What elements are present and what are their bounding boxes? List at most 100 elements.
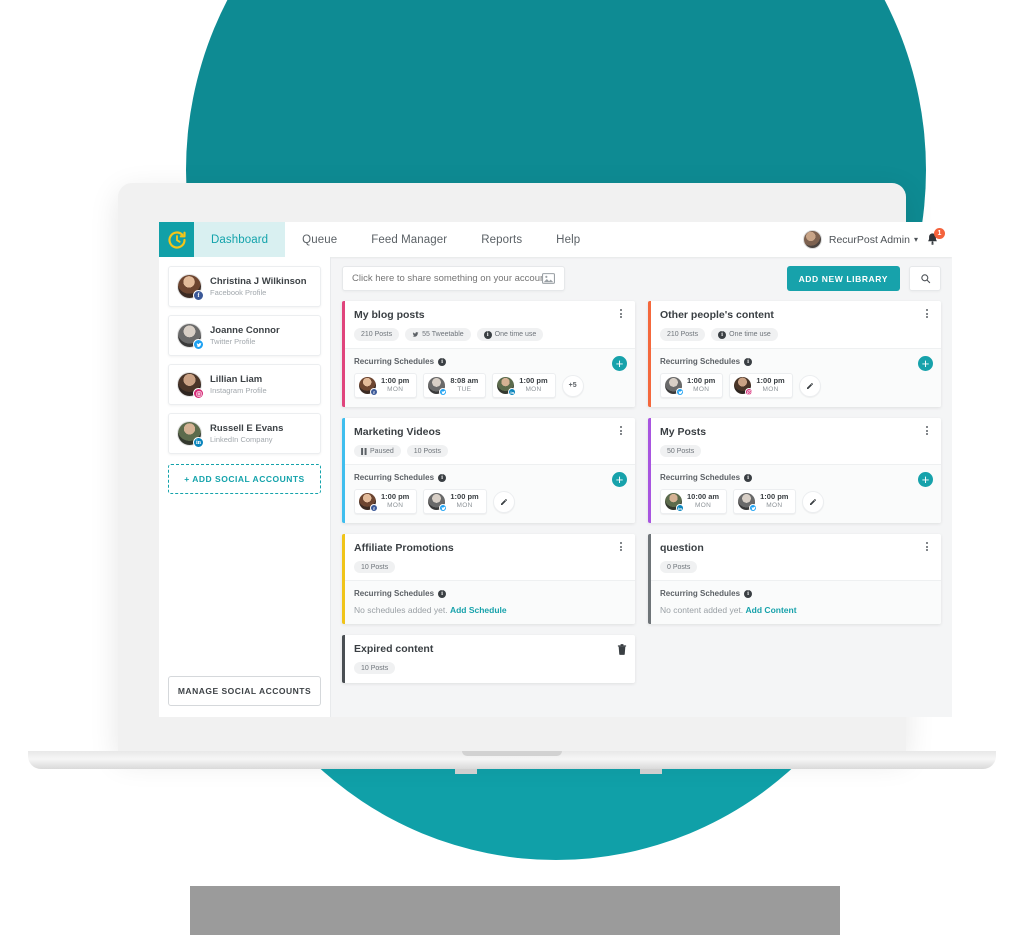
kebab-menu-icon[interactable] (921, 309, 933, 319)
clock-refresh-icon (167, 230, 186, 249)
add-schedule-link[interactable]: Add Schedule (450, 605, 507, 615)
account-name: Russell E Evans (210, 423, 284, 434)
schedule-chip[interactable]: f 1:00 pm MON (354, 373, 418, 398)
social-account-item[interactable]: Lillian Liam Instagram Profile (168, 364, 321, 405)
recurring-schedules-label: Recurring Schedules i (354, 473, 625, 482)
kebab-menu-icon[interactable] (615, 309, 627, 319)
info-icon[interactable]: i (438, 589, 447, 598)
search-button[interactable] (909, 266, 941, 291)
kebab-menu-icon[interactable] (615, 542, 627, 552)
schedules-text: Recurring Schedules (354, 473, 435, 482)
schedule-chip[interactable]: 1:00 pm MON (729, 373, 793, 398)
library-pills: 210 Posts i One time use (660, 328, 931, 341)
info-icon[interactable]: i (744, 589, 753, 598)
nav-item-reports[interactable]: Reports (464, 222, 539, 257)
schedules-text: Recurring Schedules (660, 357, 741, 366)
linkedin-icon: in (193, 437, 204, 448)
image-icon[interactable] (542, 273, 556, 284)
avatar (734, 377, 754, 396)
pencil-icon (810, 498, 817, 505)
nav-item-help[interactable]: Help (539, 222, 597, 257)
kebab-menu-icon[interactable] (921, 542, 933, 552)
social-account-item[interactable]: in Russell E Evans LinkedIn Company (168, 413, 321, 454)
schedule-time: 1:00 pm (381, 492, 410, 502)
manage-social-accounts-button[interactable]: MANAGE SOCIAL ACCOUNTS (168, 676, 321, 706)
kebab-menu-icon[interactable] (615, 426, 627, 436)
edit-schedules-button[interactable] (798, 374, 821, 397)
empty-text: No content added yet. (660, 605, 744, 615)
twitter-icon (439, 504, 448, 512)
social-account-item[interactable]: Joanne Connor Twitter Profile (168, 315, 321, 356)
schedule-chip[interactable]: in 1:00 pm MON (492, 373, 556, 398)
nav-item-dashboard[interactable]: Dashboard (194, 222, 286, 257)
pill-tweetable: 55 Tweetable (405, 328, 471, 341)
social-account-item[interactable]: f Christina J Wilkinson Facebook Profile (168, 266, 321, 307)
avatar: in (497, 377, 517, 396)
add-schedule-button[interactable]: + (918, 356, 933, 371)
library-card[interactable]: Affiliate Promotions 10 Posts Recurring … (342, 534, 635, 624)
instagram-icon (745, 388, 754, 396)
avatar (428, 493, 448, 512)
nav-item-feed-manager[interactable]: Feed Manager (354, 222, 464, 257)
info-icon: i (718, 330, 727, 339)
user-name-label[interactable]: RecurPost Admin (829, 234, 910, 246)
add-social-accounts-button[interactable]: + ADD SOCIAL ACCOUNTS (168, 464, 321, 494)
info-icon[interactable]: i (744, 473, 753, 482)
info-icon[interactable]: i (744, 357, 753, 366)
trash-icon[interactable] (617, 642, 627, 660)
schedule-chip[interactable]: f 1:00 pm MON (354, 489, 418, 514)
library-title: Marketing Videos (354, 426, 441, 438)
add-schedule-button[interactable]: + (612, 472, 627, 487)
pill-label: 210 Posts (361, 331, 393, 338)
recurring-schedules-label: Recurring Schedules i (660, 589, 931, 598)
schedule-chip[interactable]: in 10:00 am MON (660, 489, 728, 514)
schedule-time: 8:08 am (450, 376, 479, 386)
nav-label: Feed Manager (371, 233, 448, 246)
schedule-time: 10:00 am (687, 492, 720, 502)
library-card[interactable]: Other people's content 210 Posts i One t… (648, 301, 941, 407)
schedule-chip[interactable]: 1:00 pm MON (733, 489, 797, 514)
library-card-expired[interactable]: Expired content 10 Posts (342, 635, 635, 683)
chevron-down-icon[interactable]: ▾ (914, 235, 918, 244)
library-card[interactable]: My Posts 50 Posts Recurring Schedules i (648, 418, 941, 523)
add-new-library-button[interactable]: ADD NEW LIBRARY (786, 266, 900, 291)
compose-input[interactable] (352, 273, 543, 284)
more-schedules-button[interactable]: +5 (561, 374, 584, 397)
schedule-time: 1:00 pm (687, 376, 716, 386)
kebab-menu-icon[interactable] (921, 426, 933, 436)
pill-label: 10 Posts (361, 563, 389, 571)
nav-item-queue[interactable]: Queue (285, 222, 354, 257)
add-content-link[interactable]: Add Content (746, 605, 797, 615)
screenshot-stage: Dashboard Queue Feed Manager Reports Hel… (0, 0, 1024, 935)
info-icon[interactable]: i (438, 357, 447, 366)
info-icon[interactable]: i (438, 473, 447, 482)
pill-post-count: 210 Posts (660, 328, 706, 341)
library-card[interactable]: My blog posts 210 Posts 55 Tweetable i O… (342, 301, 635, 407)
linkedin-icon: in (676, 504, 684, 512)
compose-box[interactable] (342, 266, 566, 291)
chip-time-block: 1:00 pm MON (760, 493, 788, 509)
edit-schedules-button[interactable] (492, 490, 515, 513)
pill-post-count: 10 Posts (406, 445, 448, 457)
schedule-chip[interactable]: 8:08 am TUE (423, 373, 487, 398)
add-schedule-button[interactable]: + (918, 472, 933, 487)
edit-schedules-button[interactable] (802, 490, 825, 513)
pill-label: One time use (494, 331, 537, 338)
user-avatar[interactable] (802, 230, 822, 249)
schedules-text: Recurring Schedules (660, 473, 741, 482)
schedule-time: 1:00 pm (760, 492, 789, 502)
schedule-time: 1:00 pm (519, 376, 548, 386)
schedule-chip[interactable]: 1:00 pm MON (423, 489, 487, 514)
library-card[interactable]: question 0 Posts Recurring Schedules i N… (648, 534, 941, 624)
avatar (177, 323, 204, 350)
schedule-chip-list: f 1:00 pm MON 8:08 am TUE in 1:00 pm MON… (354, 373, 625, 398)
schedule-chip[interactable]: 1:00 pm MON (660, 373, 724, 398)
schedule-day: MON (695, 502, 712, 510)
notifications-button[interactable]: 1 (925, 227, 945, 249)
add-schedule-button[interactable]: + (612, 356, 627, 371)
schedule-time: 1:00 pm (381, 376, 410, 386)
recurpost-logo[interactable] (159, 222, 194, 257)
library-card[interactable]: Marketing Videos Paused 10 Posts Recurri… (342, 418, 635, 523)
account-type: LinkedIn Company (210, 435, 273, 444)
